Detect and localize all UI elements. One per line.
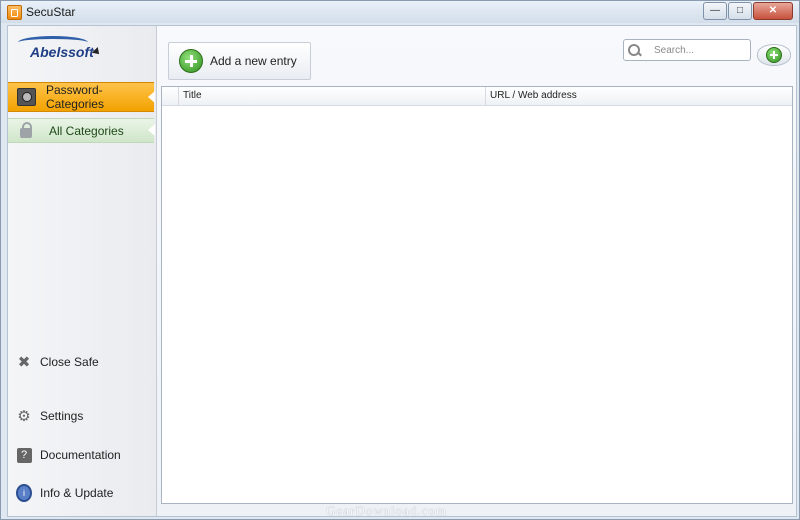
search-input[interactable] xyxy=(652,43,746,57)
gear-icon: ⚙ xyxy=(17,408,31,425)
row-selector-column[interactable] xyxy=(162,87,178,105)
close-window-button[interactable]: ✕ xyxy=(753,2,793,20)
close-icon: ✖ xyxy=(17,354,31,371)
settings-button[interactable]: ⚙ Settings xyxy=(16,405,83,427)
minimize-button[interactable]: — xyxy=(703,2,727,20)
main-panel: Add a new entry Title URL / Web address xyxy=(157,26,796,516)
watermark-text: GearDownload.com xyxy=(326,503,448,518)
help-icon: ? xyxy=(16,447,32,463)
app-icon xyxy=(7,5,22,20)
search-icon xyxy=(628,44,640,56)
camera-icon xyxy=(17,88,36,106)
settings-label: Settings xyxy=(40,409,84,423)
window-title: SecuStar xyxy=(26,5,76,19)
table-header: Title URL / Web address xyxy=(162,87,792,106)
title-bar[interactable]: SecuStar — □ ✕ xyxy=(1,1,799,23)
category-item-label: All Categories xyxy=(49,123,124,138)
lock-icon xyxy=(20,122,32,138)
plus-icon xyxy=(179,49,203,73)
plus-icon xyxy=(766,47,782,63)
add-entry-button[interactable]: Add a new entry xyxy=(168,42,311,80)
add-entry-label: Add a new entry xyxy=(210,54,297,68)
info-icon: i xyxy=(16,484,32,502)
info-update-label: Info & Update xyxy=(40,486,114,500)
password-categories-label: Password-Categories xyxy=(45,83,104,111)
abelssoft-logo: Abelssoft xyxy=(18,36,128,66)
search-box xyxy=(623,39,751,61)
column-header-url[interactable]: URL / Web address xyxy=(485,87,792,105)
maximize-button[interactable]: □ xyxy=(728,2,752,20)
app-window: SecuStar — □ ✕ Abelssoft Password-Catego… xyxy=(0,0,800,520)
info-update-button[interactable]: i Info & Update xyxy=(16,482,113,504)
sidebar: Abelssoft Password-Categories All Catego… xyxy=(8,26,157,516)
close-safe-label: Close Safe xyxy=(40,355,99,369)
close-safe-button[interactable]: ✖ Close Safe xyxy=(16,351,99,373)
add-category-button[interactable] xyxy=(757,44,791,66)
window-controls: — □ ✕ xyxy=(702,2,793,20)
documentation-button[interactable]: ? Documentation xyxy=(16,444,121,466)
password-categories-header[interactable]: Password-Categories xyxy=(8,82,155,112)
documentation-label: Documentation xyxy=(40,448,121,462)
entries-table[interactable]: Title URL / Web address xyxy=(161,86,793,504)
logo-text: Abelssoft xyxy=(30,44,94,60)
column-header-title[interactable]: Title xyxy=(178,87,485,105)
category-item-all[interactable]: All Categories xyxy=(8,118,155,143)
client-area: Abelssoft Password-Categories All Catego… xyxy=(7,25,797,517)
